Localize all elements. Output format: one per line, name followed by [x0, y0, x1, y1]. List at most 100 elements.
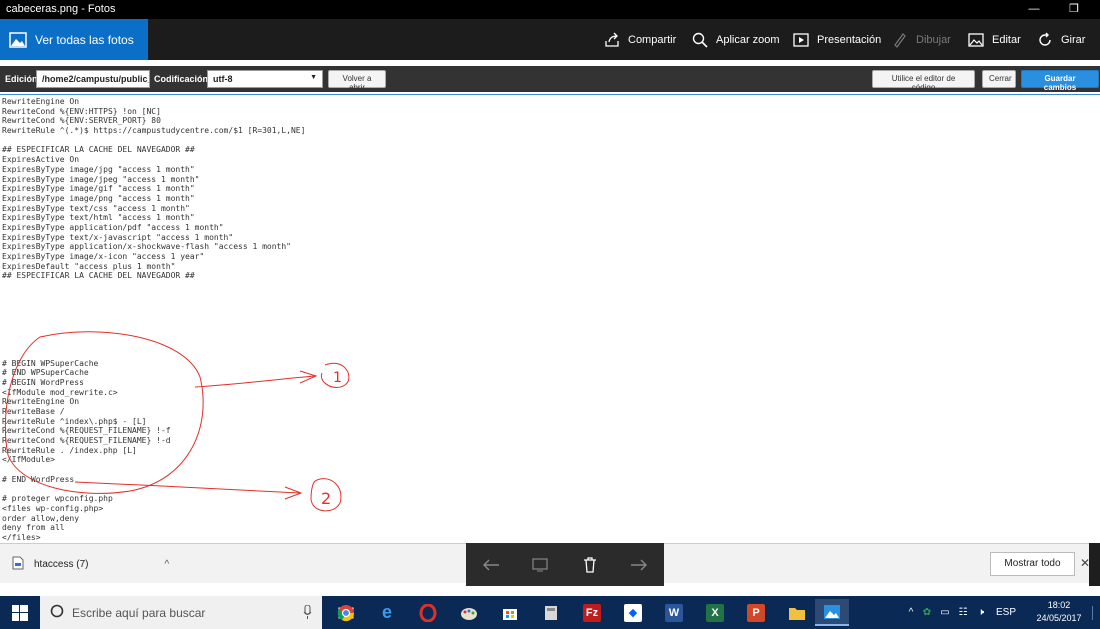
path-field[interactable]: /home2/campustu/public_ [36, 70, 150, 88]
code-line[interactable]: # proteger wpconfig.php [2, 494, 305, 504]
show-desktop-button[interactable] [1092, 606, 1098, 620]
draw-button[interactable]: Dibujar [891, 19, 951, 60]
code-line[interactable]: order allow,deny [2, 514, 305, 524]
code-line[interactable]: ## ESPECIFICAR LA CACHE DEL NAVEGADOR ## [2, 145, 305, 155]
minimize-icon[interactable]: — [1024, 1, 1044, 17]
use-code-editor-button[interactable]: Utilice el editor de código [872, 70, 975, 92]
chrome-icon[interactable] [329, 599, 363, 626]
code-line[interactable]: ExpiresByType image/jpeg "access 1 month… [2, 175, 305, 185]
language-indicator[interactable]: ESP [996, 607, 1016, 618]
code-line[interactable]: RewriteEngine On [2, 397, 305, 407]
system-tray: ^ ✿ ▭ ☷ 🕨 ESP [904, 596, 1016, 629]
code-line[interactable] [2, 300, 305, 310]
code-line[interactable]: ExpiresByType application/pdf "access 1 … [2, 223, 305, 233]
download-item[interactable]: htaccess (7) ^ [12, 556, 169, 573]
code-line[interactable] [2, 310, 305, 320]
encoding-select[interactable]: utf-8 ▼ [207, 70, 323, 88]
save-changes-button[interactable]: Guardar cambios [1021, 70, 1099, 92]
code-line[interactable]: RewriteRule ^(.*)$ https://campustudycen… [2, 126, 305, 136]
code-line[interactable]: RewriteRule ^index\.php$ - [L] [2, 417, 305, 427]
code-line[interactable]: ExpiresByType image/jpg "access 1 month" [2, 165, 305, 175]
code-line[interactable] [2, 291, 305, 301]
chevron-up-icon[interactable]: ^ [904, 607, 918, 618]
trash-icon[interactable] [575, 550, 605, 580]
code-line[interactable]: # END WordPress [2, 475, 305, 485]
photos-icon [9, 31, 27, 49]
chevron-up-icon[interactable]: ^ [164, 559, 169, 570]
code-line[interactable]: # BEGIN WordPress [2, 378, 305, 388]
next-arrow-icon[interactable] [624, 550, 654, 580]
code-line[interactable]: ## ESPECIFICAR LA CACHE DEL NAVEGADOR ## [2, 271, 305, 281]
taskbar-search-input[interactable]: Escribe aquí para buscar [40, 596, 322, 629]
code-line[interactable] [2, 136, 305, 146]
code-line[interactable] [2, 339, 305, 349]
code-line[interactable]: ExpiresByType image/x-icon "access 1 yea… [2, 252, 305, 262]
show-all-downloads-button[interactable]: Mostrar todo [990, 552, 1075, 576]
photos-toolbar: Ver todas las fotos Compartir Aplicar zo… [0, 19, 1100, 60]
code-line[interactable]: <IfModule mod_rewrite.c> [2, 388, 305, 398]
filezilla-icon[interactable]: Fz [575, 599, 609, 626]
code-line[interactable]: ExpiresByType text/x-javascript "access … [2, 233, 305, 243]
code-line[interactable]: RewriteCond %{ENV:HTTPS} !on [NC] [2, 107, 305, 117]
code-line[interactable]: RewriteCond %{REQUEST_FILENAME} !-d [2, 436, 305, 446]
slideshow-frame-icon[interactable] [525, 550, 555, 580]
code-line[interactable]: ExpiresByType image/png "access 1 month" [2, 194, 305, 204]
code-line[interactable]: deny from all [2, 523, 305, 533]
store-icon[interactable] [493, 599, 527, 626]
code-line[interactable] [2, 330, 305, 340]
opera-icon[interactable] [411, 599, 445, 626]
code-line[interactable]: # END WPSuperCache [2, 368, 305, 378]
microphone-icon[interactable] [303, 604, 312, 622]
code-line[interactable]: RewriteEngine On [2, 97, 305, 107]
code-line[interactable]: <files wp-config.php> [2, 504, 305, 514]
code-line[interactable] [2, 349, 305, 359]
word-icon[interactable]: W [657, 599, 691, 626]
reopen-button[interactable]: Volver a abrir [328, 70, 386, 92]
code-line[interactable]: RewriteBase / [2, 407, 305, 417]
zoom-button[interactable]: Aplicar zoom [691, 19, 780, 60]
code-line[interactable]: RewriteRule . /index.php [L] [2, 446, 305, 456]
edge-icon[interactable]: e [370, 599, 404, 626]
view-all-photos-button[interactable]: Ver todas las fotos [0, 19, 148, 60]
edit-button[interactable]: Editar [967, 19, 1021, 60]
code-line[interactable]: ExpiresByType image/gif "access 1 month" [2, 184, 305, 194]
code-line[interactable] [2, 485, 305, 495]
photos-app-icon[interactable] [815, 599, 849, 626]
wifi-icon[interactable]: ☷ [954, 607, 972, 618]
excel-icon[interactable]: X [698, 599, 732, 626]
paint-icon[interactable] [452, 599, 486, 626]
code-line[interactable]: ExpiresByType text/css "access 1 month" [2, 204, 305, 214]
code-line[interactable]: </IfModule> [2, 455, 305, 465]
volume-icon[interactable]: 🕨 [972, 607, 990, 618]
code-line[interactable]: RewriteCond %{REQUEST_FILENAME} !-f [2, 426, 305, 436]
slideshow-button[interactable]: Presentación [792, 19, 881, 60]
previous-arrow-icon[interactable] [476, 550, 506, 580]
code-text[interactable]: RewriteEngine On RewriteCond %{ENV:HTTPS}… [2, 97, 305, 543]
expand-corner-button[interactable] [1089, 543, 1100, 586]
close-editor-button[interactable]: Cerrar [982, 70, 1016, 88]
battery-icon[interactable]: ▭ [936, 607, 954, 618]
file-explorer-icon[interactable] [780, 599, 814, 626]
network-people-icon[interactable]: ✿ [918, 607, 936, 618]
windows-start-icon[interactable] [0, 596, 40, 629]
code-line[interactable]: # BEGIN WPSuperCache [2, 359, 305, 369]
calculator-icon[interactable] [534, 599, 568, 626]
code-line[interactable]: ExpiresByType application/x-shockwave-fl… [2, 242, 305, 252]
chevron-down-icon: ▼ [310, 74, 317, 81]
code-line[interactable] [2, 281, 305, 291]
code-line[interactable] [2, 320, 305, 330]
code-editor[interactable]: RewriteEngine On RewriteCond %{ENV:HTTPS}… [0, 94, 1100, 543]
code-line[interactable]: ExpiresDefault "access plus 1 month" [2, 262, 305, 272]
code-line[interactable]: </files> [2, 533, 305, 543]
powerpoint-icon[interactable]: P [739, 599, 773, 626]
clock[interactable]: 18:02 24/05/2017 [1028, 599, 1090, 625]
restore-icon[interactable]: ❐ [1064, 1, 1084, 17]
slideshow-icon [792, 31, 810, 49]
code-line[interactable]: ExpiresActive On [2, 155, 305, 165]
code-line[interactable] [2, 465, 305, 475]
share-button[interactable]: Compartir [603, 19, 676, 60]
code-line[interactable]: RewriteCond %{ENV:SERVER_PORT} 80 [2, 116, 305, 126]
code-line[interactable]: ExpiresByType text/html "access 1 month" [2, 213, 305, 223]
dropbox-icon[interactable]: ◆ [616, 599, 650, 626]
rotate-button[interactable]: Girar [1036, 19, 1085, 60]
